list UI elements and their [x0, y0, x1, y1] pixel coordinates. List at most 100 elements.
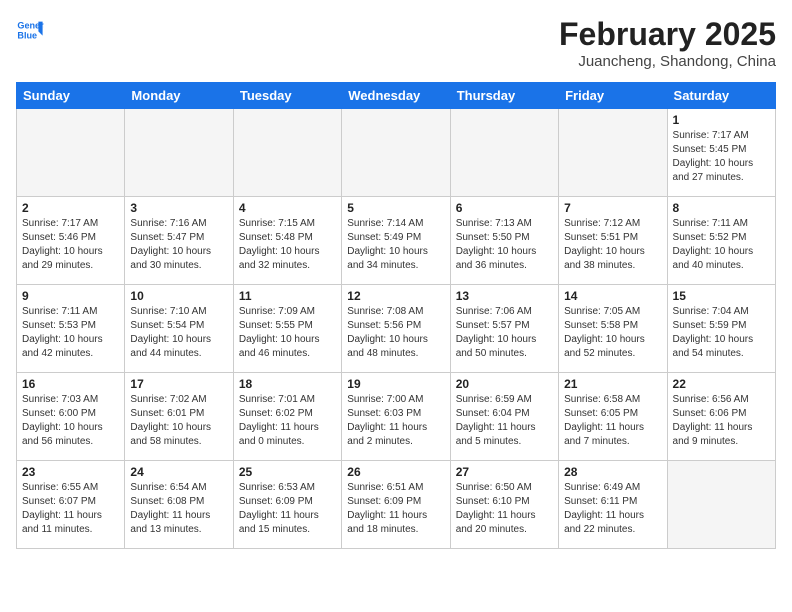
weekday-thursday: Thursday [450, 83, 558, 109]
day-number: 15 [673, 289, 770, 303]
week-row-5: 23 Sunrise: 6:55 AM Sunset: 6:07 PM Dayli… [17, 461, 776, 549]
day-number: 28 [564, 465, 661, 479]
day-number: 10 [130, 289, 227, 303]
day-cell: 3 Sunrise: 7:16 AM Sunset: 5:47 PM Daylig… [125, 197, 233, 285]
svg-text:Blue: Blue [17, 30, 37, 40]
day-cell: 10 Sunrise: 7:10 AM Sunset: 5:54 PM Dayli… [125, 285, 233, 373]
day-cell: 17 Sunrise: 7:02 AM Sunset: 6:01 PM Dayli… [125, 373, 233, 461]
calendar-table: SundayMondayTuesdayWednesdayThursdayFrid… [16, 82, 776, 549]
day-number: 17 [130, 377, 227, 391]
day-number: 25 [239, 465, 336, 479]
day-cell: 12 Sunrise: 7:08 AM Sunset: 5:56 PM Dayli… [342, 285, 450, 373]
day-cell [559, 109, 667, 197]
weekday-sunday: Sunday [17, 83, 125, 109]
day-cell: 11 Sunrise: 7:09 AM Sunset: 5:55 PM Dayli… [233, 285, 341, 373]
day-info: Sunrise: 6:54 AM Sunset: 6:08 PM Dayligh… [130, 481, 227, 537]
location: Juancheng, Shandong, China [559, 53, 776, 70]
month-title: February 2025 [559, 16, 776, 53]
day-cell: 16 Sunrise: 7:03 AM Sunset: 6:00 PM Dayli… [17, 373, 125, 461]
weekday-tuesday: Tuesday [233, 83, 341, 109]
day-number: 20 [456, 377, 553, 391]
weekday-saturday: Saturday [667, 83, 775, 109]
day-info: Sunrise: 7:11 AM Sunset: 5:53 PM Dayligh… [22, 305, 119, 361]
day-info: Sunrise: 6:59 AM Sunset: 6:04 PM Dayligh… [456, 393, 553, 449]
day-cell: 21 Sunrise: 6:58 AM Sunset: 6:05 PM Dayli… [559, 373, 667, 461]
weekday-wednesday: Wednesday [342, 83, 450, 109]
day-info: Sunrise: 7:10 AM Sunset: 5:54 PM Dayligh… [130, 305, 227, 361]
week-row-2: 2 Sunrise: 7:17 AM Sunset: 5:46 PM Daylig… [17, 197, 776, 285]
day-number: 3 [130, 201, 227, 215]
logo: General Blue [16, 16, 44, 44]
day-info: Sunrise: 6:56 AM Sunset: 6:06 PM Dayligh… [673, 393, 770, 449]
day-info: Sunrise: 7:01 AM Sunset: 6:02 PM Dayligh… [239, 393, 336, 449]
day-info: Sunrise: 7:17 AM Sunset: 5:45 PM Dayligh… [673, 129, 770, 185]
day-info: Sunrise: 7:15 AM Sunset: 5:48 PM Dayligh… [239, 217, 336, 273]
day-info: Sunrise: 6:58 AM Sunset: 6:05 PM Dayligh… [564, 393, 661, 449]
day-info: Sunrise: 7:02 AM Sunset: 6:01 PM Dayligh… [130, 393, 227, 449]
day-cell [125, 109, 233, 197]
day-cell [667, 461, 775, 549]
day-cell: 26 Sunrise: 6:51 AM Sunset: 6:09 PM Dayli… [342, 461, 450, 549]
day-cell [233, 109, 341, 197]
week-row-3: 9 Sunrise: 7:11 AM Sunset: 5:53 PM Daylig… [17, 285, 776, 373]
week-row-4: 16 Sunrise: 7:03 AM Sunset: 6:00 PM Dayli… [17, 373, 776, 461]
day-cell: 19 Sunrise: 7:00 AM Sunset: 6:03 PM Dayli… [342, 373, 450, 461]
day-number: 22 [673, 377, 770, 391]
day-info: Sunrise: 7:14 AM Sunset: 5:49 PM Dayligh… [347, 217, 444, 273]
day-number: 7 [564, 201, 661, 215]
day-number: 18 [239, 377, 336, 391]
logo-icon: General Blue [16, 16, 44, 44]
day-number: 23 [22, 465, 119, 479]
day-cell: 15Sunrise: 7:04 AM Sunset: 5:59 PM Dayli… [667, 285, 775, 373]
day-info: Sunrise: 7:09 AM Sunset: 5:55 PM Dayligh… [239, 305, 336, 361]
day-info: Sunrise: 6:55 AM Sunset: 6:07 PM Dayligh… [22, 481, 119, 537]
day-info: Sunrise: 7:16 AM Sunset: 5:47 PM Dayligh… [130, 217, 227, 273]
day-info: Sunrise: 7:00 AM Sunset: 6:03 PM Dayligh… [347, 393, 444, 449]
title-block: February 2025 Juancheng, Shandong, China [559, 16, 776, 70]
page-header: General Blue February 2025 Juancheng, Sh… [16, 16, 776, 70]
day-number: 8 [673, 201, 770, 215]
day-cell: 8 Sunrise: 7:11 AM Sunset: 5:52 PM Daylig… [667, 197, 775, 285]
day-number: 1 [673, 113, 770, 127]
day-cell: 1 Sunrise: 7:17 AM Sunset: 5:45 PM Daylig… [667, 109, 775, 197]
day-info: Sunrise: 6:51 AM Sunset: 6:09 PM Dayligh… [347, 481, 444, 537]
day-number: 6 [456, 201, 553, 215]
day-cell: 5 Sunrise: 7:14 AM Sunset: 5:49 PM Daylig… [342, 197, 450, 285]
day-info: Sunrise: 7:13 AM Sunset: 5:50 PM Dayligh… [456, 217, 553, 273]
weekday-friday: Friday [559, 83, 667, 109]
day-number: 11 [239, 289, 336, 303]
day-cell: 6 Sunrise: 7:13 AM Sunset: 5:50 PM Daylig… [450, 197, 558, 285]
day-cell: 7Sunrise: 7:12 AM Sunset: 5:51 PM Daylig… [559, 197, 667, 285]
day-number: 14 [564, 289, 661, 303]
day-info: Sunrise: 7:05 AM Sunset: 5:58 PM Dayligh… [564, 305, 661, 361]
day-cell: 20 Sunrise: 6:59 AM Sunset: 6:04 PM Dayli… [450, 373, 558, 461]
day-info: Sunrise: 6:53 AM Sunset: 6:09 PM Dayligh… [239, 481, 336, 537]
day-cell: 4Sunrise: 7:15 AM Sunset: 5:48 PM Daylig… [233, 197, 341, 285]
day-number: 16 [22, 377, 119, 391]
day-number: 5 [347, 201, 444, 215]
day-info: Sunrise: 7:06 AM Sunset: 5:57 PM Dayligh… [456, 305, 553, 361]
day-number: 26 [347, 465, 444, 479]
day-cell: 13 Sunrise: 7:06 AM Sunset: 5:57 PM Dayli… [450, 285, 558, 373]
day-cell: 18 Sunrise: 7:01 AM Sunset: 6:02 PM Dayli… [233, 373, 341, 461]
day-number: 24 [130, 465, 227, 479]
day-cell: 22 Sunrise: 6:56 AM Sunset: 6:06 PM Dayli… [667, 373, 775, 461]
day-info: Sunrise: 7:17 AM Sunset: 5:46 PM Dayligh… [22, 217, 119, 273]
day-info: Sunrise: 7:08 AM Sunset: 5:56 PM Dayligh… [347, 305, 444, 361]
day-info: Sunrise: 7:11 AM Sunset: 5:52 PM Dayligh… [673, 217, 770, 273]
day-info: Sunrise: 6:49 AM Sunset: 6:11 PM Dayligh… [564, 481, 661, 537]
day-cell [17, 109, 125, 197]
day-cell: 24 Sunrise: 6:54 AM Sunset: 6:08 PM Dayli… [125, 461, 233, 549]
day-number: 27 [456, 465, 553, 479]
day-number: 19 [347, 377, 444, 391]
day-number: 21 [564, 377, 661, 391]
day-number: 2 [22, 201, 119, 215]
day-cell: 28 Sunrise: 6:49 AM Sunset: 6:11 PM Dayli… [559, 461, 667, 549]
day-cell: 14 Sunrise: 7:05 AM Sunset: 5:58 PM Dayli… [559, 285, 667, 373]
day-number: 9 [22, 289, 119, 303]
day-info: Sunrise: 7:03 AM Sunset: 6:00 PM Dayligh… [22, 393, 119, 449]
day-number: 12 [347, 289, 444, 303]
day-number: 13 [456, 289, 553, 303]
day-cell: 27Sunrise: 6:50 AM Sunset: 6:10 PM Dayli… [450, 461, 558, 549]
weekday-header-row: SundayMondayTuesdayWednesdayThursdayFrid… [17, 83, 776, 109]
